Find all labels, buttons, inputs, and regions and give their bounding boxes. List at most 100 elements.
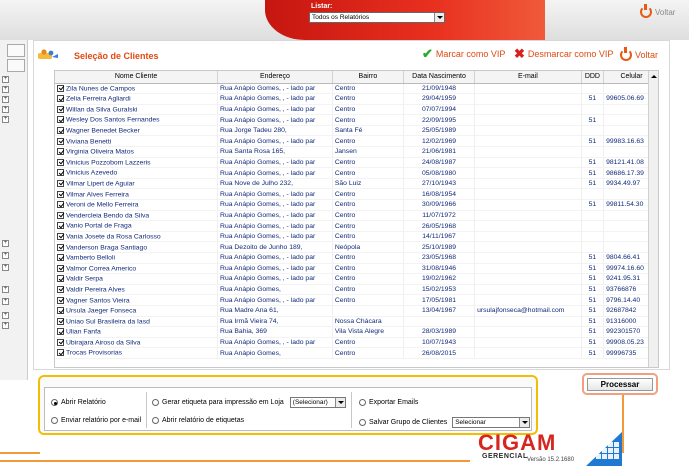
expand-icon[interactable]: + bbox=[2, 312, 9, 319]
table-row[interactable]: Vinicius Pozzobom Lazzeris Rua Anápio Gom… bbox=[55, 157, 658, 169]
table-scrollbar[interactable] bbox=[648, 71, 658, 367]
expand-icon[interactable]: + bbox=[2, 322, 9, 329]
grupo-dropdown[interactable]: Selecionar bbox=[452, 417, 531, 428]
exportar-emails-option[interactable]: Exportar Emails bbox=[359, 399, 418, 406]
checkbox-icon[interactable] bbox=[57, 349, 64, 357]
table-row[interactable]: Vania Josete da Rosa Carlosso Rua Anápio … bbox=[55, 231, 658, 243]
expand-icon[interactable]: + bbox=[2, 96, 9, 103]
table-row[interactable]: Vagner Santos Vieira Rua Anápio Gomes, , … bbox=[55, 294, 658, 306]
table-row[interactable]: Vilmar Lipert de Aguiar Rua Nove de Julho… bbox=[55, 178, 658, 190]
expand-icon[interactable]: + bbox=[2, 116, 9, 123]
listar-dropdown[interactable]: Todos os Relatórios bbox=[309, 12, 445, 23]
checkbox-icon[interactable] bbox=[57, 148, 64, 156]
checkbox-icon[interactable] bbox=[57, 137, 64, 145]
col-header-email[interactable]: E-mail bbox=[474, 71, 582, 84]
abrir-relatorio-option[interactable]: Abrir Relatório bbox=[51, 399, 106, 406]
checkbox-icon[interactable] bbox=[57, 201, 64, 209]
checkbox-icon[interactable] bbox=[57, 222, 64, 230]
checkbox-icon[interactable] bbox=[57, 285, 64, 293]
radio-icon[interactable] bbox=[152, 417, 159, 424]
radio-icon[interactable] bbox=[51, 417, 58, 424]
panel-voltar-button[interactable]: Voltar bbox=[620, 47, 658, 61]
checkbox-icon[interactable] bbox=[57, 296, 64, 304]
checkbox-icon[interactable] bbox=[57, 307, 64, 315]
expand-icon[interactable]: + bbox=[2, 252, 9, 259]
panel-header: Seleção de Clientes ✔ Marcar como VIP ✖ … bbox=[34, 41, 669, 69]
table-row[interactable]: Trocas Provisorias Rua Anápio Gomes, Centr… bbox=[55, 347, 658, 359]
checkbox-icon[interactable] bbox=[57, 169, 64, 177]
desmarcar-vip-button[interactable]: ✖ Desmarcar como VIP bbox=[514, 47, 613, 60]
table-row[interactable]: Ubirajara Airoso da Silva Rua Anápio Gome… bbox=[55, 337, 658, 349]
table-row[interactable]: Vanio Portal de Fraga Rua Anápio Gomes, ,… bbox=[55, 220, 658, 232]
table-row[interactable]: Ulian Fanfa Rua Bahia, 369 Vila Vista Aleg… bbox=[55, 326, 658, 338]
table-row[interactable]: Vinicius Azevedo Rua Anápio Gomes, , - la… bbox=[55, 167, 658, 179]
table-row[interactable]: Vamberto Belloli Rua Anápio Gomes, , - la… bbox=[55, 252, 658, 264]
checkbox-icon[interactable] bbox=[57, 232, 64, 240]
checkbox-icon[interactable] bbox=[57, 275, 64, 283]
table-row[interactable]: Valdir Pereira Alves Rua Anápio Gomes, Cen… bbox=[55, 284, 658, 296]
expand-icon[interactable]: + bbox=[2, 86, 9, 93]
checkbox-icon[interactable] bbox=[57, 95, 64, 103]
col-header-nome[interactable]: Nome Cliente bbox=[55, 71, 219, 84]
cell-nome: Veroni de Mello Ferreira bbox=[55, 199, 219, 211]
expand-icon[interactable]: + bbox=[2, 76, 9, 83]
table-row[interactable]: Valmor Correa Americo Rua Anápio Gomes, ,… bbox=[55, 263, 658, 275]
table-row[interactable]: Vilmar Alves Ferreira Rua Anápio Gomes, ,… bbox=[55, 188, 658, 201]
table-row[interactable]: Uniao Sul Brasileira da Iasd Rua Irmã Vie… bbox=[55, 316, 658, 328]
checkbox-icon[interactable] bbox=[57, 190, 64, 198]
radio-icon[interactable] bbox=[51, 399, 58, 406]
radio-icon[interactable] bbox=[359, 399, 366, 406]
enviar-relatorio-option[interactable]: Enviar relatório por e-mail bbox=[51, 417, 141, 424]
col-header-endereco[interactable]: Endereço bbox=[217, 71, 333, 84]
table-row[interactable]: Veroni de Mello Ferreira Rua Anápio Gomes… bbox=[55, 199, 658, 211]
col-header-nascimento[interactable]: Data Nascimento bbox=[403, 71, 476, 84]
cell-text: Ulian Fanfa bbox=[66, 328, 101, 336]
gerar-etiqueta-option[interactable]: Gerar etiqueta para impressão em Loja (S… bbox=[152, 397, 346, 408]
tree-tab[interactable] bbox=[7, 59, 25, 72]
checkbox-icon[interactable] bbox=[57, 127, 64, 135]
processar-button[interactable]: Processar bbox=[587, 378, 653, 391]
expand-icon[interactable]: + bbox=[2, 106, 9, 113]
checkbox-icon[interactable] bbox=[57, 338, 64, 346]
col-header-ddd[interactable]: DDD bbox=[581, 71, 605, 84]
top-voltar-button[interactable]: Voltar bbox=[640, 4, 675, 18]
table-row[interactable]: Wesley Dos Santos Fernandes Rua Anápio Go… bbox=[55, 114, 658, 126]
radio-icon[interactable] bbox=[359, 419, 366, 426]
abrir-etiquetas-option[interactable]: Abrir relatório de etiquetas bbox=[152, 417, 244, 424]
expand-icon[interactable]: + bbox=[2, 264, 9, 271]
table-row[interactable]: Wagner Benedet Becker Rua Jorge Tadeu 280… bbox=[55, 125, 658, 137]
table-row[interactable]: Zila Nunes de Campos Rua Anápio Gomes, , … bbox=[55, 83, 658, 95]
salvar-grupo-option[interactable]: Salvar Grupo de Clientes Selecionar bbox=[359, 417, 531, 428]
col-header-bairro[interactable]: Bairro bbox=[332, 71, 404, 84]
checkbox-icon[interactable] bbox=[57, 105, 64, 113]
checkbox-icon[interactable] bbox=[57, 211, 64, 219]
checkbox-icon[interactable] bbox=[57, 264, 64, 272]
cell-nascimento: 11/07/1972 bbox=[403, 210, 476, 222]
table-row[interactable]: Ursula Jaeger Fonseca Rua Madre Ana 61, 13… bbox=[55, 305, 658, 317]
cell-ddd: 51 bbox=[581, 347, 605, 359]
expand-icon[interactable]: + bbox=[2, 298, 9, 305]
table-row[interactable]: Valdir Serpa Rua Anápio Gomes, , - lado p… bbox=[55, 273, 658, 285]
checkbox-icon[interactable] bbox=[57, 317, 64, 325]
marcar-vip-button[interactable]: ✔ Marcar como VIP bbox=[422, 47, 505, 60]
radio-icon[interactable] bbox=[152, 399, 159, 406]
checkbox-icon[interactable] bbox=[57, 116, 64, 124]
table-row[interactable]: Willan da Silva Guralski Rua Anápio Gomes… bbox=[55, 104, 658, 116]
tree-tab[interactable] bbox=[7, 44, 25, 57]
checkbox-icon[interactable] bbox=[57, 328, 64, 336]
checkbox-icon[interactable] bbox=[57, 179, 64, 187]
clients-table[interactable]: Nome Cliente Endereço Bairro Data Nascim… bbox=[54, 70, 659, 368]
table-row[interactable]: Vendercleia Bendo da Silva Rua Anápio Gom… bbox=[55, 210, 658, 222]
checkbox-icon[interactable] bbox=[57, 84, 64, 92]
checkbox-icon[interactable] bbox=[57, 243, 64, 251]
checkbox-icon[interactable] bbox=[57, 254, 64, 262]
table-row[interactable]: Zelia Ferreira Agliardi Rua Anápio Gomes,… bbox=[55, 93, 658, 105]
checkbox-icon[interactable] bbox=[57, 158, 64, 166]
etiqueta-dropdown[interactable]: (Selecionar) bbox=[289, 397, 346, 408]
table-row[interactable]: Vanderson Braga Santiago Rua Dezoito de J… bbox=[55, 241, 658, 253]
expand-icon[interactable]: + bbox=[2, 240, 9, 247]
table-row[interactable]: Viviana Benetti Rua Anápio Gomes, , - lad… bbox=[55, 135, 658, 148]
cell-text: Trocas Provisorias bbox=[66, 349, 123, 357]
expand-icon[interactable]: + bbox=[2, 286, 9, 293]
table-row[interactable]: Virginia Oliveira Matos Rua Santa Rosa 16… bbox=[55, 146, 658, 158]
